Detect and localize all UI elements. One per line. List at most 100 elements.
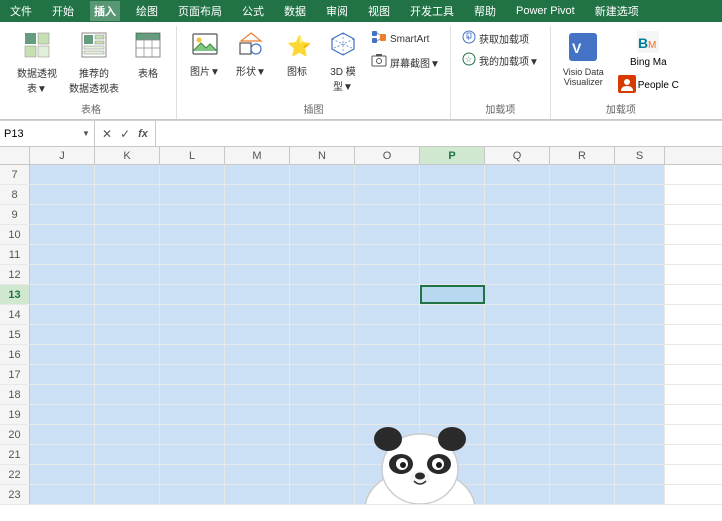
cell-K14[interactable] (95, 305, 160, 324)
cell-S20[interactable] (615, 425, 665, 444)
cell-M8[interactable] (225, 185, 290, 204)
col-header-N[interactable]: N (290, 147, 355, 164)
cell-M20[interactable] (225, 425, 290, 444)
cell-Q14[interactable] (485, 305, 550, 324)
col-header-J[interactable]: J (30, 147, 95, 164)
cell-N10[interactable] (290, 225, 355, 244)
formula-cancel-button[interactable]: ✕ (99, 127, 115, 141)
col-header-L[interactable]: L (160, 147, 225, 164)
cell-N7[interactable] (290, 165, 355, 184)
cell-P11[interactable] (420, 245, 485, 264)
row-header-17[interactable]: 17 (0, 365, 30, 384)
cell-N23[interactable] (290, 485, 355, 504)
cell-K23[interactable] (95, 485, 160, 504)
cell-Q18[interactable] (485, 385, 550, 404)
menu-insert[interactable]: 插入 (90, 1, 120, 21)
cell-S9[interactable] (615, 205, 665, 224)
cell-O15[interactable] (355, 325, 420, 344)
cell-L18[interactable] (160, 385, 225, 404)
cell-N9[interactable] (290, 205, 355, 224)
cell-L23[interactable] (160, 485, 225, 504)
cell-M14[interactable] (225, 305, 290, 324)
cell-L9[interactable] (160, 205, 225, 224)
cell-R12[interactable] (550, 265, 615, 284)
cell-M22[interactable] (225, 465, 290, 484)
row-header-14[interactable]: 14 (0, 305, 30, 324)
cell-R8[interactable] (550, 185, 615, 204)
cell-R14[interactable] (550, 305, 615, 324)
cell-L14[interactable] (160, 305, 225, 324)
cell-J9[interactable] (30, 205, 95, 224)
cell-O20[interactable] (355, 425, 420, 444)
formula-confirm-button[interactable]: ✓ (117, 127, 133, 141)
cell-O7[interactable] (355, 165, 420, 184)
cell-J8[interactable] (30, 185, 95, 204)
cell-S13[interactable] (615, 285, 665, 304)
row-header-20[interactable]: 20 (0, 425, 30, 444)
cell-N12[interactable] (290, 265, 355, 284)
col-header-P[interactable]: P (420, 147, 485, 164)
col-header-Q[interactable]: Q (485, 147, 550, 164)
cell-K18[interactable] (95, 385, 160, 404)
cell-N13[interactable] (290, 285, 355, 304)
cell-Q9[interactable] (485, 205, 550, 224)
cell-P23[interactable] (420, 485, 485, 504)
cell-O9[interactable] (355, 205, 420, 224)
cell-N15[interactable] (290, 325, 355, 344)
cell-M10[interactable] (225, 225, 290, 244)
cell-K22[interactable] (95, 465, 160, 484)
cell-J23[interactable] (30, 485, 95, 504)
cell-S23[interactable] (615, 485, 665, 504)
smartart-button[interactable]: SmartArt (367, 28, 444, 51)
cell-O14[interactable] (355, 305, 420, 324)
col-header-R[interactable]: R (550, 147, 615, 164)
cell-O18[interactable] (355, 385, 420, 404)
cell-N11[interactable] (290, 245, 355, 264)
cell-P15[interactable] (420, 325, 485, 344)
cell-P7[interactable] (420, 165, 485, 184)
menu-newoption[interactable]: 新建选项 (591, 1, 643, 21)
cell-K16[interactable] (95, 345, 160, 364)
formula-fx-button[interactable]: fx (135, 128, 151, 140)
cell-R7[interactable] (550, 165, 615, 184)
cell-N17[interactable] (290, 365, 355, 384)
cell-Q10[interactable] (485, 225, 550, 244)
cell-N22[interactable] (290, 465, 355, 484)
cell-J19[interactable] (30, 405, 95, 424)
cell-N19[interactable] (290, 405, 355, 424)
cell-R17[interactable] (550, 365, 615, 384)
cell-O17[interactable] (355, 365, 420, 384)
get-addins-button[interactable]: + 获取加载项 (458, 28, 543, 49)
cell-J15[interactable] (30, 325, 95, 344)
cell-S19[interactable] (615, 405, 665, 424)
cell-S17[interactable] (615, 365, 665, 384)
cell-O13[interactable] (355, 285, 420, 304)
cell-S11[interactable] (615, 245, 665, 264)
cell-P19[interactable] (420, 405, 485, 424)
bing-button[interactable]: B M Bing Ma (613, 28, 684, 71)
cell-Q12[interactable] (485, 265, 550, 284)
cell-L8[interactable] (160, 185, 225, 204)
cell-K17[interactable] (95, 365, 160, 384)
cell-R10[interactable] (550, 225, 615, 244)
menu-powerpivot[interactable]: Power Pivot (512, 3, 579, 19)
cell-L7[interactable] (160, 165, 225, 184)
cell-J11[interactable] (30, 245, 95, 264)
menu-home[interactable]: 开始 (48, 1, 78, 21)
cell-O22[interactable] (355, 465, 420, 484)
cell-Q15[interactable] (485, 325, 550, 344)
formula-input[interactable] (156, 128, 722, 140)
cell-M13[interactable] (225, 285, 290, 304)
cell-J17[interactable] (30, 365, 95, 384)
cell-Q8[interactable] (485, 185, 550, 204)
cell-P13[interactable] (420, 285, 485, 304)
menu-devtools[interactable]: 开发工具 (406, 1, 458, 21)
cell-P18[interactable] (420, 385, 485, 404)
cell-P8[interactable] (420, 185, 485, 204)
cell-L13[interactable] (160, 285, 225, 304)
row-header-10[interactable]: 10 (0, 225, 30, 244)
cell-M17[interactable] (225, 365, 290, 384)
cell-K20[interactable] (95, 425, 160, 444)
screenshot-button[interactable]: 屏幕截图▼ (367, 51, 444, 74)
cell-J21[interactable] (30, 445, 95, 464)
